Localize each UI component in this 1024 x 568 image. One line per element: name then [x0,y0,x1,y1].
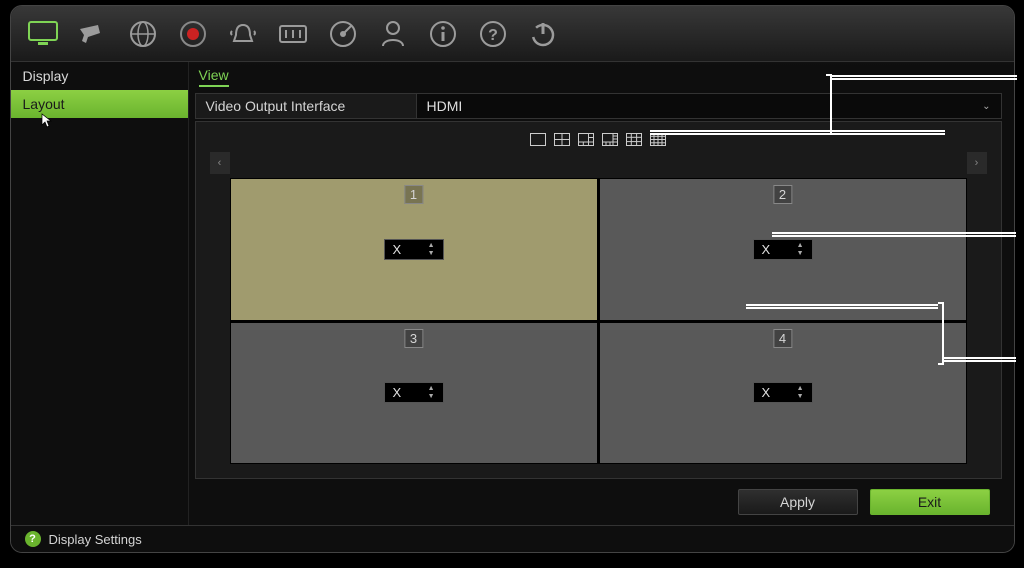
app-window: ? Display Layout View Video Output Inter… [10,5,1015,553]
exit-button[interactable]: Exit [870,489,990,515]
spinner-icon: ▲▼ [428,385,435,400]
mouse-cursor-icon [41,113,53,132]
tab-header: View [193,66,1004,87]
chevron-down-icon: ⌄ [982,101,990,112]
tab-view[interactable]: View [199,67,229,87]
hdd-icon[interactable] [327,18,359,50]
status-bar: ? Display Settings [11,525,1014,552]
info-icon[interactable] [427,18,459,50]
help-status-icon: ? [25,531,41,547]
help-icon[interactable]: ? [477,18,509,50]
grid-cell-4[interactable]: 4 X ▲▼ [599,322,967,465]
layout-3x3-icon[interactable] [625,132,643,146]
svg-text:?: ? [488,27,498,44]
cell-number: 1 [404,185,423,204]
nav-prev-button[interactable]: ‹ [210,152,230,174]
sidebar-item-display[interactable]: Display [11,62,188,90]
content-area: Display Layout View Video Output Interfa… [11,62,1014,525]
status-text: Display Settings [49,532,142,547]
cell-channel-value: X [393,385,402,400]
settings-slider-icon[interactable] [277,18,309,50]
cell-channel-select[interactable]: X ▲▼ [384,382,444,403]
layout-area: ‹ › 1 X ▲▼ 2 X ▲▼ [195,121,1002,479]
cell-channel-value: X [762,385,771,400]
layout-2x2-icon[interactable] [553,132,571,146]
sidebar-item-layout[interactable]: Layout [11,90,188,118]
record-icon[interactable] [177,18,209,50]
cell-number: 3 [404,329,423,348]
grid-cell-3[interactable]: 3 X ▲▼ [230,322,598,465]
layout-icon-bar [210,130,987,152]
cell-channel-select[interactable]: X ▲▼ [384,239,444,260]
nav-next-button[interactable]: › [967,152,987,174]
action-buttons: Apply Exit [193,479,1004,525]
monitor-icon[interactable] [27,18,59,50]
layout-4x4-icon[interactable] [649,132,667,146]
video-output-label: Video Output Interface [196,94,416,118]
sidebar: Display Layout [11,62,189,525]
cell-number: 4 [773,329,792,348]
sidebar-item-label: Layout [23,96,65,112]
callout-bracket [826,74,832,135]
spinner-icon: ▲▼ [797,385,804,400]
cell-number: 2 [773,185,792,204]
power-icon[interactable] [527,18,559,50]
video-output-select[interactable]: HDMI ⌄ [416,94,1001,118]
video-output-value: HDMI [427,98,463,114]
main-panel: View Video Output Interface HDMI ⌄ [189,62,1014,525]
layout-1x1-icon[interactable] [529,132,547,146]
spinner-icon: ▲▼ [428,242,435,257]
camera-icon[interactable] [77,18,109,50]
grid-cell-1[interactable]: 1 X ▲▼ [230,178,598,321]
cell-channel-value: X [762,242,771,257]
cell-channel-select[interactable]: X ▲▼ [753,239,813,260]
cell-channel-select[interactable]: X ▲▼ [753,382,813,403]
main-toolbar: ? [11,6,1014,62]
cell-channel-value: X [393,242,402,257]
apply-button[interactable]: Apply [738,489,858,515]
layout-1plus7-icon[interactable] [601,132,619,146]
spinner-icon: ▲▼ [797,242,804,257]
globe-icon[interactable] [127,18,159,50]
layout-grid: 1 X ▲▼ 2 X ▲▼ 3 [230,178,967,464]
video-output-row: Video Output Interface HDMI ⌄ [195,93,1002,119]
callout-bracket [938,302,944,365]
nav-row: ‹ › [210,152,987,174]
grid-cell-2[interactable]: 2 X ▲▼ [599,178,967,321]
user-icon[interactable] [377,18,409,50]
alarm-icon[interactable] [227,18,259,50]
layout-1plus5-icon[interactable] [577,132,595,146]
